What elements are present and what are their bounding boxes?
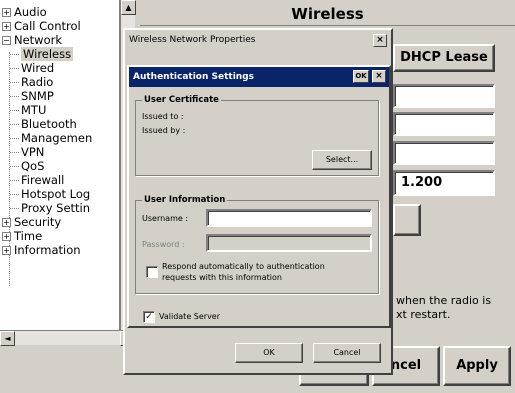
tree-item-mtu[interactable]: MTU <box>10 104 46 117</box>
expand-icon[interactable]: + <box>2 22 11 31</box>
main-field-2[interactable] <box>393 112 495 136</box>
validate-server-label[interactable]: Validate Server <box>159 311 220 322</box>
tree-item-wired[interactable]: Wired <box>10 62 54 75</box>
user-certificate-group: User Certificate Issued to : Issued by :… <box>135 94 379 176</box>
tree-item-call-control[interactable]: + Call Control <box>2 20 81 33</box>
issued-by-label: Issued by : <box>142 126 186 135</box>
tree-item-network[interactable]: − Network <box>2 34 62 47</box>
close-icon[interactable]: × <box>373 34 387 47</box>
ip-address-field[interactable]: 1.200 <box>393 170 495 196</box>
tree-item-information[interactable]: + Information <box>2 244 81 257</box>
user-information-group: User Information Username : Password : R… <box>135 194 379 294</box>
username-input[interactable] <box>206 209 372 227</box>
expand-icon[interactable]: + <box>2 246 11 255</box>
settings-tree[interactable]: + Audio + Call Control − Network Wireless W… <box>0 0 120 330</box>
dialog-title: Authentication Settings <box>129 67 389 87</box>
tree-item-firewall[interactable]: Firewall <box>10 174 64 187</box>
tree-item-vpn[interactable]: VPN <box>10 146 44 159</box>
username-label: Username : <box>142 214 189 223</box>
main-button-partial[interactable] <box>393 204 421 236</box>
scroll-left-arrow-icon[interactable]: ◄ <box>0 331 15 346</box>
collapse-icon[interactable]: − <box>2 36 11 45</box>
tree-item-management[interactable]: Managemen <box>10 132 92 145</box>
validate-server-checkbox[interactable]: ✓ <box>143 311 155 323</box>
issued-to-label: Issued to : <box>142 112 184 121</box>
tree-item-qos[interactable]: QoS <box>10 160 44 173</box>
tree-item-wireless[interactable]: Wireless <box>10 47 74 61</box>
main-field-1[interactable] <box>393 84 495 108</box>
expand-icon[interactable]: + <box>2 8 11 17</box>
close-icon[interactable]: × <box>372 70 386 83</box>
authentication-settings-dialog: Authentication Settings OK × User Certif… <box>127 65 391 328</box>
tree-item-radio[interactable]: Radio <box>10 76 53 89</box>
respond-automatically-label[interactable]: Respond automatically to authentication … <box>162 261 325 283</box>
tree-item-time[interactable]: + Time <box>2 230 42 243</box>
tree-item-audio[interactable]: + Audio <box>2 6 47 19</box>
tree-item-bluetooth[interactable]: Bluetooth <box>10 118 77 131</box>
tree-item-security[interactable]: + Security <box>2 216 61 229</box>
dhcp-lease-button[interactable]: DHCP Lease <box>393 44 495 72</box>
ok-button[interactable]: OK <box>235 343 303 363</box>
radio-restart-note: when the radio is xt restart. <box>396 294 492 321</box>
dialog-title: Wireless Network Properties <box>125 30 391 50</box>
expand-icon[interactable]: + <box>2 232 11 241</box>
select-certificate-button[interactable]: Select... <box>312 150 372 170</box>
main-field-3[interactable] <box>393 141 495 165</box>
tree-item-snmp[interactable]: SNMP <box>10 90 54 103</box>
apply-button[interactable]: Apply <box>443 346 511 386</box>
password-label: Password : <box>142 240 185 249</box>
password-input[interactable] <box>206 234 372 252</box>
respond-automatically-checkbox[interactable] <box>146 266 158 278</box>
scroll-up-arrow-icon[interactable]: ▲ <box>121 0 136 15</box>
ok-title-button[interactable]: OK <box>353 70 369 83</box>
expand-icon[interactable]: + <box>2 218 11 227</box>
tree-item-hotspot-log[interactable]: Hotspot Log <box>10 188 90 201</box>
tree-item-proxy-settings[interactable]: Proxy Settin <box>10 202 90 215</box>
page-title: Wireless <box>140 2 515 26</box>
tree-horizontal-scrollbar[interactable]: ◄ ► <box>0 330 135 346</box>
cancel-button[interactable]: Cancel <box>313 343 381 363</box>
